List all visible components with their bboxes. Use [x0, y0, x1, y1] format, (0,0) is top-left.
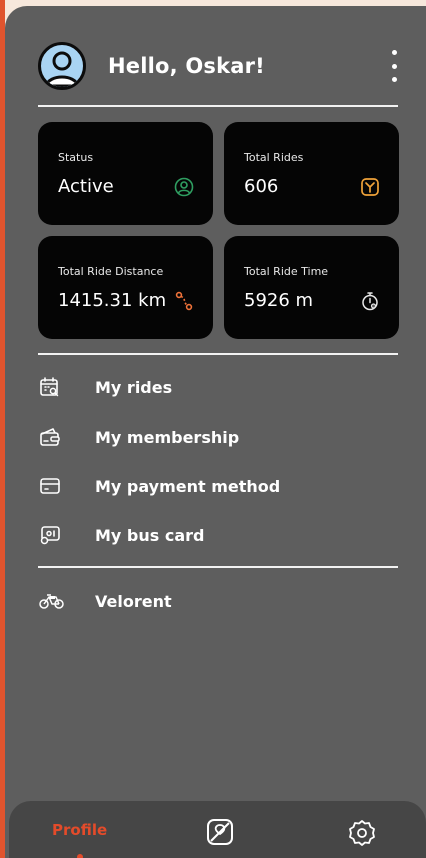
app-frame: Hello, Oskar! Status Active Total Rides … — [0, 0, 426, 858]
menu-item-label: My payment method — [95, 477, 281, 496]
bus-card-icon — [38, 523, 62, 547]
tab-profile-label: Profile — [52, 821, 108, 839]
user-avatar-icon[interactable] — [38, 42, 86, 90]
stat-label: Total Ride Time — [244, 265, 329, 278]
stat-value: 5926 m — [244, 290, 314, 311]
stat-label: Total Ride Distance — [58, 265, 164, 278]
menu-item-my-bus-card[interactable]: My bus card — [38, 518, 398, 552]
bottom-navigation: Profile — [9, 801, 426, 858]
distance-icon — [173, 290, 195, 312]
status-card: Status Active — [38, 122, 213, 225]
map-icon[interactable] — [205, 817, 235, 853]
user-circle-icon — [173, 176, 195, 198]
stat-label: Total Rides — [244, 151, 304, 164]
menu-item-my-membership[interactable]: My membership — [38, 420, 398, 454]
stat-value: 1415.31 km — [58, 290, 167, 311]
profile-screen: Hello, Oskar! Status Active Total Rides … — [5, 6, 426, 858]
menu-item-label: My bus card — [95, 526, 205, 545]
menu-divider — [38, 566, 398, 568]
stat-value: Active — [58, 176, 114, 197]
bicycle-icon — [38, 589, 64, 613]
stopwatch-icon — [359, 290, 381, 312]
menu-item-my-payment-method[interactable]: My payment method — [38, 469, 398, 503]
tab-profile[interactable]: Profile — [52, 821, 112, 858]
credit-card-icon — [38, 474, 62, 498]
ride-route-icon — [359, 176, 381, 198]
menu-item-label: My membership — [95, 428, 240, 447]
stats-divider — [38, 353, 398, 355]
more-vertical-icon[interactable] — [385, 50, 403, 82]
menu-item-label: Velorent — [95, 592, 172, 611]
total-time-card: Total Ride Time 5926 m — [224, 236, 399, 339]
stat-value: 606 — [244, 176, 279, 197]
active-tab-indicator — [77, 854, 83, 858]
wallet-icon — [38, 425, 62, 449]
total-rides-card: Total Rides 606 — [224, 122, 399, 225]
gear-icon[interactable] — [347, 818, 377, 854]
greeting: Hello, Oskar! — [108, 54, 265, 78]
menu-item-my-rides[interactable]: My rides — [38, 370, 398, 404]
menu-item-velorent[interactable]: Velorent — [38, 584, 398, 618]
stat-label: Status — [58, 151, 94, 164]
header-divider — [38, 105, 398, 107]
header: Hello, Oskar! — [38, 38, 403, 93]
total-distance-card: Total Ride Distance 1415.31 km — [38, 236, 213, 339]
calendar-search-icon — [38, 375, 62, 399]
menu-item-label: My rides — [95, 378, 173, 397]
